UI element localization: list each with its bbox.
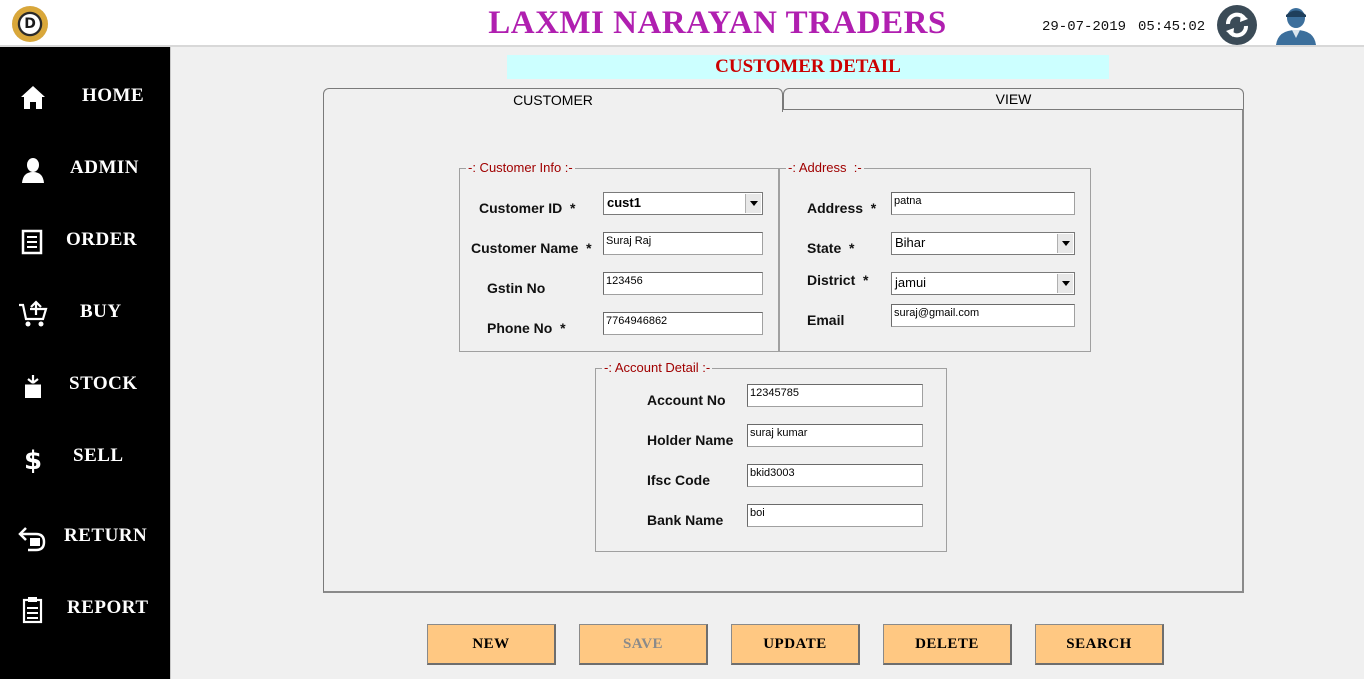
- address-field[interactable]: patna: [891, 192, 1075, 215]
- customer-name-field[interactable]: Suraj Raj: [603, 232, 763, 255]
- sidebar-item-label: STOCK: [69, 373, 138, 394]
- customer-id-select[interactable]: cust1: [603, 192, 763, 215]
- box-icon: [25, 375, 41, 398]
- sidebar-item-home[interactable]: HOME: [0, 69, 170, 123]
- state-value: Bihar: [895, 235, 926, 250]
- app-title: LAXMI NARAYAN TRADERS: [488, 5, 947, 41]
- address-label: Address *: [807, 200, 877, 216]
- new-button[interactable]: NEW: [427, 624, 556, 665]
- sidebar-item-buy[interactable]: BUY: [0, 285, 170, 339]
- clipboard-icon: [22, 597, 43, 624]
- cart-icon: [19, 300, 48, 327]
- state-label: State *: [807, 240, 855, 256]
- sidebar-item-label: REPORT: [67, 597, 149, 618]
- delete-button[interactable]: DELETE: [883, 624, 1012, 665]
- sidebar-item-sell[interactable]: $ SELL: [0, 429, 170, 483]
- district-value: jamui: [895, 275, 927, 290]
- tab-view[interactable]: VIEW: [783, 88, 1244, 110]
- sidebar-item-label: BUY: [80, 301, 122, 322]
- sidebar-item-stock[interactable]: STOCK: [0, 357, 170, 411]
- sidebar-item-admin[interactable]: ADMIN: [0, 141, 170, 195]
- customer-id-label: Customer ID *: [479, 200, 576, 216]
- logo-letter: D: [24, 16, 36, 32]
- dollar-icon: $: [24, 446, 42, 473]
- customer-id-value: cust1: [607, 195, 641, 210]
- sidebar-item-label: ORDER: [66, 229, 138, 250]
- district-label: District *: [807, 272, 869, 288]
- header-bar: D LAXMI NARAYAN TRADERS 29-07-2019 05:45…: [0, 0, 1364, 47]
- logo-icon: D: [12, 6, 48, 42]
- chevron-down-icon[interactable]: [1057, 234, 1073, 253]
- customer-info-legend: -: Customer Info :-: [466, 160, 575, 175]
- sidebar-item-order[interactable]: ORDER: [0, 213, 170, 267]
- tab-customer[interactable]: CUSTOMER: [323, 88, 783, 112]
- phone-field[interactable]: 7764946862: [603, 312, 763, 335]
- address-legend: -: Address :-: [786, 160, 864, 175]
- phone-label: Phone No *: [487, 320, 566, 336]
- sidebar-item-return[interactable]: RETURN: [0, 509, 170, 563]
- customer-name-label: Customer Name *: [471, 240, 592, 256]
- holder-name-label: Holder Name: [647, 432, 734, 448]
- gstin-field[interactable]: 123456: [603, 272, 763, 295]
- sidebar-item-label: HOME: [82, 85, 145, 106]
- ifsc-field[interactable]: bkid3003: [747, 464, 923, 487]
- account-no-label: Account No: [647, 392, 726, 408]
- person-icon: [22, 158, 44, 183]
- chevron-down-icon[interactable]: [1057, 274, 1073, 293]
- page-title: CUSTOMER DETAIL: [507, 55, 1109, 79]
- return-icon: [18, 527, 46, 552]
- sidebar-item-report[interactable]: REPORT: [0, 581, 170, 635]
- state-select[interactable]: Bihar: [891, 232, 1075, 255]
- bank-name-label: Bank Name: [647, 512, 724, 528]
- district-select[interactable]: jamui: [891, 272, 1075, 295]
- home-icon: [21, 86, 45, 109]
- email-field[interactable]: suraj@gmail.com: [891, 304, 1075, 327]
- sidebar-item-label: SELL: [73, 445, 124, 466]
- update-button[interactable]: UPDATE: [731, 624, 860, 665]
- ifsc-label: Ifsc Code: [647, 472, 711, 488]
- gstin-label: Gstin No: [487, 280, 546, 296]
- chevron-down-icon[interactable]: [745, 194, 761, 213]
- sidebar-item-label: RETURN: [64, 525, 148, 546]
- account-no-field[interactable]: 12345785: [747, 384, 923, 407]
- bank-name-field[interactable]: boi: [747, 504, 923, 527]
- refresh-icon[interactable]: [1217, 5, 1257, 45]
- header-date: 29-07-2019: [1042, 19, 1127, 35]
- holder-name-field[interactable]: suraj kumar: [747, 424, 923, 447]
- document-icon: [21, 229, 43, 255]
- sidebar-item-label: ADMIN: [70, 157, 139, 178]
- save-button[interactable]: SAVE: [579, 624, 708, 665]
- account-detail-legend: -: Account Detail :-: [602, 360, 713, 375]
- header-time: 05:45:02: [1138, 19, 1206, 35]
- search-button[interactable]: SEARCH: [1035, 624, 1164, 665]
- svg-text:$: $: [24, 446, 42, 473]
- email-label: Email: [807, 312, 845, 328]
- user-icon[interactable]: [1272, 5, 1320, 45]
